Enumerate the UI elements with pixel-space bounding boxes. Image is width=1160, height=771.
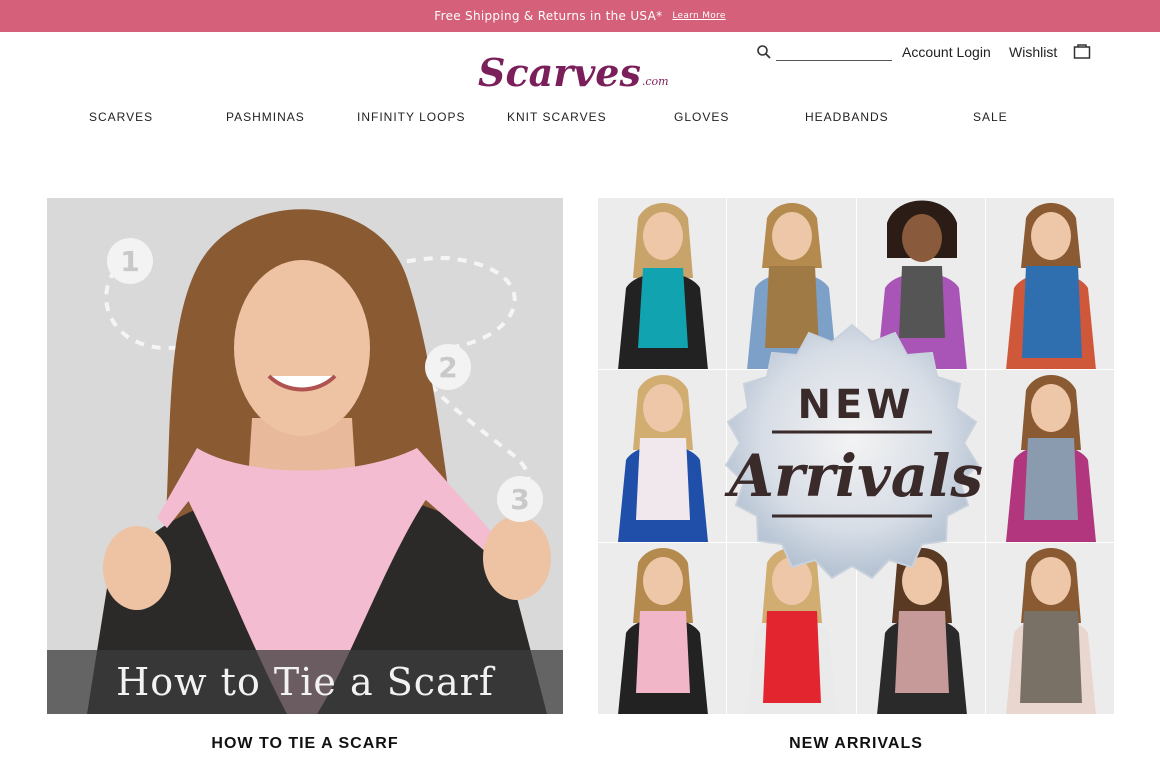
step-1-circle: 1 (107, 238, 153, 284)
search-icon[interactable] (756, 44, 772, 60)
logo-suffix: .com (641, 75, 669, 88)
nav-item-scarves[interactable]: SCARVES (89, 110, 153, 124)
step-2-circle: 2 (425, 344, 471, 390)
search-input[interactable] (776, 44, 892, 61)
promo-text: Free Shipping & Returns in the USA* (434, 9, 663, 23)
new-arrivals-card-image[interactable]: NEW Arrivals (598, 198, 1114, 714)
card-overlay-banner: How to Tie a Scarf (47, 650, 563, 714)
how-to-tie-card-image[interactable]: 1 2 3 How to Tie a Scarf (47, 198, 563, 714)
promo-bar: Free Shipping & Returns in the USA* Lear… (0, 0, 1160, 32)
main-nav: SCARVES PASHMINAS INFINITY LOOPS KNIT SC… (0, 110, 1160, 126)
model-photo (985, 542, 1114, 714)
new-arrivals-caption[interactable]: NEW ARRIVALS (598, 735, 1114, 753)
learn-more-link[interactable]: Learn More (672, 11, 725, 21)
nav-item-sale[interactable]: SALE (973, 110, 1008, 124)
step-3-circle: 3 (497, 476, 543, 522)
account-login-link[interactable]: Account Login (902, 44, 991, 60)
badge-text-new: NEW (797, 382, 915, 428)
how-to-tie-caption[interactable]: HOW TO TIE A SCARF (47, 735, 563, 753)
card-overlay-text: How to Tie a Scarf (116, 660, 494, 704)
badge-text-arrivals: Arrivals (728, 442, 984, 510)
cart-icon[interactable] (1073, 42, 1091, 60)
nav-item-knit-scarves[interactable]: KNIT SCARVES (507, 110, 607, 124)
nav-item-pashminas[interactable]: PASHMINAS (226, 110, 305, 124)
nav-item-infinity-loops[interactable]: INFINITY LOOPS (357, 110, 465, 124)
nav-item-gloves[interactable]: GLOVES (674, 110, 729, 124)
site-logo[interactable]: Scarves .com (478, 40, 688, 92)
nav-item-headbands[interactable]: HEADBANDS (805, 110, 889, 124)
logo-wordmark: Scarves (478, 50, 641, 95)
model-photo (985, 198, 1114, 370)
wishlist-link[interactable]: Wishlist (1009, 44, 1057, 60)
